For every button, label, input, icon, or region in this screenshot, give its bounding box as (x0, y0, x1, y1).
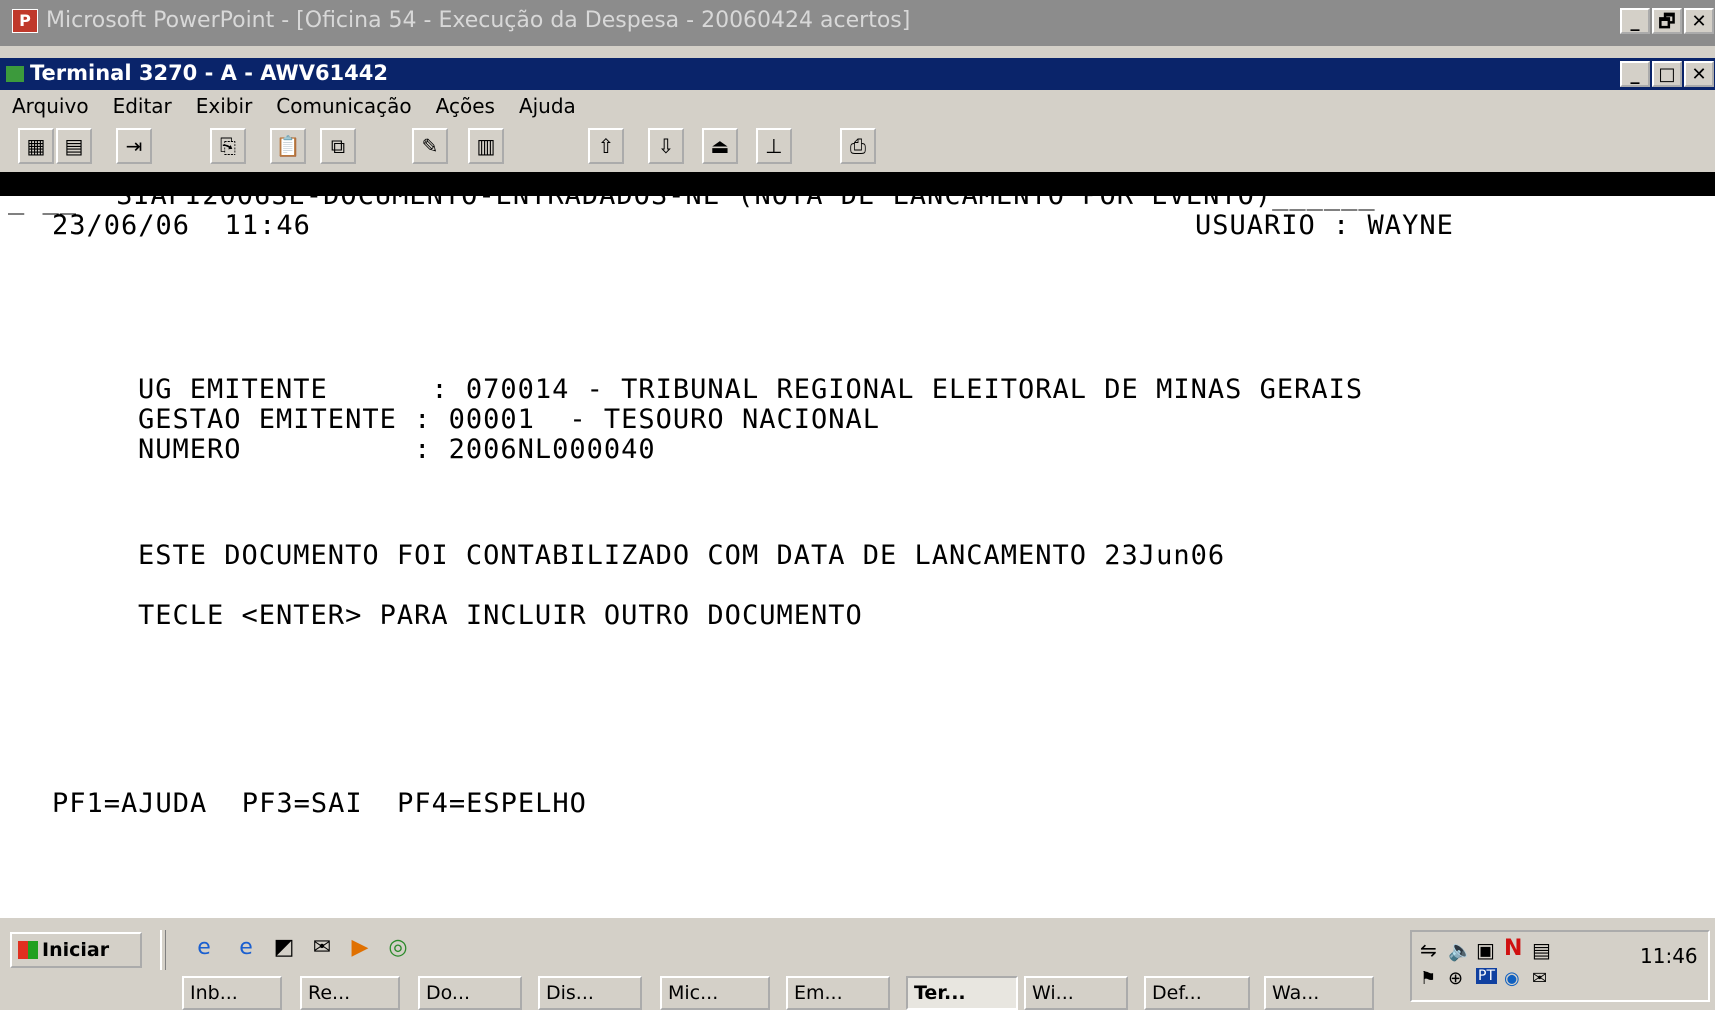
language-icon[interactable]: PT (1476, 968, 1497, 984)
ug-emitente-line: UG EMITENTE : 070014 - TRIBUNAL REGIONAL… (138, 374, 1364, 405)
menu-ajuda[interactable]: Ajuda (507, 90, 588, 122)
desktop-icon[interactable]: ◩ (270, 934, 298, 962)
terminal-app-icon (6, 66, 24, 82)
taskbar: Iniciar e e ◩ ✉ ▶ ◎ Inb... Re... Do... D… (0, 916, 1715, 1010)
volume-icon[interactable]: 🔈 (1448, 938, 1473, 962)
terminal-close-button[interactable]: ✕ (1684, 61, 1714, 87)
terminal-window-title: Terminal 3270 - A - AWV61442 (30, 61, 389, 85)
screen-header: SIAFI2006SE-DOCUMENTO-ENTRADADOS-NL (NOT… (116, 180, 1376, 211)
gestao-emitente-line: GESTAO EMITENTE : 00001 - TESOURO NACION… (138, 404, 880, 435)
user-field: USUARIO : WAYNE (1195, 210, 1454, 241)
ie-icon[interactable]: e (190, 934, 218, 962)
ie-icon-2[interactable]: e (232, 934, 260, 962)
connection-icon[interactable]: ⊕ (1448, 968, 1463, 989)
paste-icon[interactable]: 📋 (270, 128, 306, 164)
menu-editar[interactable]: Editar (101, 90, 184, 122)
clock: 11:46 (1640, 944, 1698, 968)
toolbar: ▦ ▤ ⇥ ⎘ 📋 ⧉ ✎ ▥ ⇧ ⇩ ⏏ ⊥ ⎙ (0, 122, 1715, 173)
task-def[interactable]: Def... (1144, 976, 1250, 1010)
task-re[interactable]: Re... (300, 976, 400, 1010)
task-mic[interactable]: Mic... (660, 976, 770, 1010)
download-icon[interactable]: ⊥ (756, 128, 792, 164)
ppt-close-button[interactable]: ✕ (1684, 8, 1714, 34)
exit-icon[interactable]: ⇥ (116, 128, 152, 164)
edit-icon[interactable]: ✎ (412, 128, 448, 164)
outlook-icon[interactable]: ◎ (384, 934, 412, 962)
confirmation-message: ESTE DOCUMENTO FOI CONTABILIZADO COM DAT… (138, 540, 1226, 571)
network-icon[interactable]: ⇋ (1420, 938, 1437, 962)
start-button[interactable]: Iniciar (10, 932, 142, 968)
ppt-minimize-button[interactable]: _ (1620, 8, 1650, 34)
chart-icon[interactable]: ▤ (1532, 938, 1551, 962)
task-dis[interactable]: Dis... (538, 976, 642, 1010)
print-icon[interactable]: ⎙ (840, 128, 876, 164)
ppt-menu-strip (0, 46, 1715, 58)
menu-exibir[interactable]: Exibir (184, 90, 265, 122)
task-inbox[interactable]: Inb... (182, 976, 282, 1010)
terminal-screen[interactable]: _ __ SIAFI2006SE-DOCUMENTO-ENTRADADOS-NL… (0, 180, 1715, 914)
monitor-icon[interactable]: ▣ (1476, 938, 1495, 962)
start-label: Iniciar (42, 939, 110, 961)
terminal-minimize-button[interactable]: _ (1620, 61, 1650, 87)
paste-special-icon[interactable]: ⧉ (320, 128, 356, 164)
notes-icon[interactable]: ✉ (308, 934, 336, 962)
task-wa[interactable]: Wa... (1264, 976, 1374, 1010)
pf-keys: PF1=AJUDA PF3=SAI PF4=ESPELHO (52, 788, 587, 819)
flag-icon[interactable]: ⚑ (1420, 968, 1436, 989)
menu-arquivo[interactable]: Arquivo (0, 90, 101, 122)
upload-icon[interactable]: ⏏ (702, 128, 738, 164)
date-time: 23/06/06 11:46 (52, 210, 311, 241)
copy-icon[interactable]: ⎘ (210, 128, 246, 164)
send-icon[interactable]: ⇧ (588, 128, 624, 164)
screen-copy-icon[interactable]: ▤ (56, 128, 92, 164)
task-em[interactable]: Em... (786, 976, 890, 1010)
receive-icon[interactable]: ⇩ (648, 128, 684, 164)
task-wi[interactable]: Wi... (1024, 976, 1128, 1010)
enter-instruction: TECLE <ENTER> PARA INCLUIR OUTRO DOCUMEN… (138, 600, 863, 631)
ppt-restore-button[interactable]: 🗗 (1652, 8, 1682, 34)
terminal-titlebar: Terminal 3270 - A - AWV61442 _ □ ✕ (0, 58, 1715, 90)
menu-comunicacao[interactable]: Comunicação (264, 90, 423, 122)
windows-flag-icon (18, 941, 38, 959)
powerpoint-app-icon: P (12, 9, 38, 33)
mail-icon[interactable]: ✉ (1532, 968, 1547, 989)
menu-acoes[interactable]: Ações (424, 90, 507, 122)
taskbar-divider (160, 930, 166, 970)
menu-bar: Arquivo Editar Exibir Comunicação Ações Ajuda (0, 90, 1715, 122)
numero-line: NUMERO : 2006NL000040 (138, 434, 656, 465)
task-terminal[interactable]: Ter... (906, 976, 1018, 1010)
powerpoint-titlebar: P Microsoft PowerPoint - [Oficina 54 - E… (0, 0, 1715, 46)
task-do[interactable]: Do... (418, 976, 522, 1010)
grid-icon[interactable]: ▥ (468, 128, 504, 164)
screen-icon[interactable]: ▦ (18, 128, 54, 164)
powerpoint-window-title: Microsoft PowerPoint - [Oficina 54 - Exe… (46, 8, 911, 33)
terminal-maximize-button[interactable]: □ (1652, 61, 1682, 87)
globe-icon[interactable]: ◉ (1504, 968, 1520, 989)
media-icon[interactable]: ▶ (346, 934, 374, 962)
norton-icon[interactable]: N (1504, 936, 1522, 961)
